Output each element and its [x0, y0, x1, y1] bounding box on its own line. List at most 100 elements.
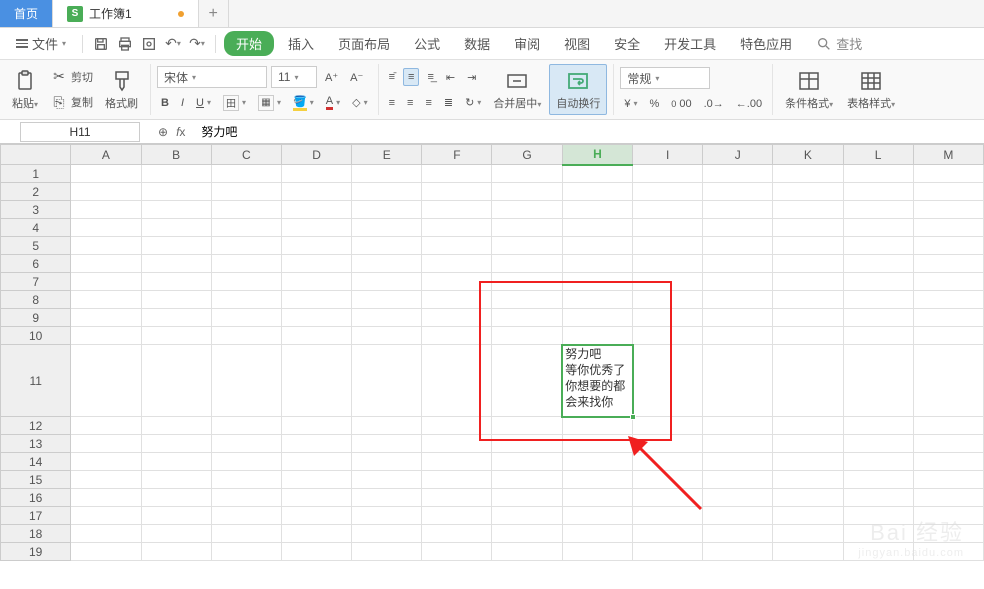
- col-header-E[interactable]: E: [352, 145, 422, 165]
- home-tab[interactable]: 首页: [0, 0, 53, 27]
- menu-special[interactable]: 特色应用: [730, 30, 802, 57]
- formula-bar: H11 ⊕ fx: [0, 120, 984, 144]
- align-middle-button[interactable]: ≡: [403, 68, 419, 86]
- row-header-7[interactable]: 7: [1, 273, 71, 291]
- menu-search[interactable]: 查找: [816, 34, 862, 53]
- decrease-font-button[interactable]: A⁻: [346, 69, 367, 86]
- row-header-16[interactable]: 16: [1, 489, 71, 507]
- row-header-15[interactable]: 15: [1, 471, 71, 489]
- col-header-L[interactable]: L: [843, 145, 913, 165]
- save-icon[interactable]: [91, 34, 111, 54]
- underline-button[interactable]: U▾: [192, 95, 215, 111]
- comma-button[interactable]: 000: [667, 96, 695, 112]
- menu-formulas[interactable]: 公式: [404, 30, 450, 57]
- zoom-icon[interactable]: ⊕: [158, 125, 168, 139]
- menu-view[interactable]: 视图: [554, 30, 600, 57]
- bold-button[interactable]: B: [157, 95, 173, 111]
- new-tab-button[interactable]: +: [199, 0, 229, 27]
- select-all-corner[interactable]: [1, 145, 71, 165]
- unsaved-dot-icon: [178, 11, 184, 17]
- copy-button[interactable]: ⎘复制: [46, 92, 97, 113]
- col-header-K[interactable]: K: [773, 145, 843, 165]
- row-header-1[interactable]: 1: [1, 165, 71, 183]
- align-bottom-button[interactable]: ≡̲: [423, 69, 437, 85]
- font-color-button[interactable]: A▾: [322, 93, 344, 112]
- number-format-select[interactable]: 常规▾: [620, 67, 710, 89]
- row-header-6[interactable]: 6: [1, 255, 71, 273]
- merge-center-button[interactable]: 合并居中▾: [487, 64, 547, 115]
- paste-button[interactable]: 粘贴▾: [6, 64, 44, 115]
- row-header-11[interactable]: 11: [1, 345, 71, 417]
- col-header-D[interactable]: D: [281, 145, 351, 165]
- wrap-text-button[interactable]: 自动换行: [549, 64, 607, 115]
- menu-review[interactable]: 审阅: [504, 30, 550, 57]
- menu-security[interactable]: 安全: [604, 30, 650, 57]
- workbook-tab[interactable]: S 工作簿1: [53, 0, 199, 27]
- col-header-H[interactable]: H: [562, 145, 632, 165]
- menu-page-layout[interactable]: 页面布局: [328, 30, 400, 57]
- spreadsheet[interactable]: A B C D E F G H I J K L M 1 2 3 4 5 6 7 …: [0, 144, 984, 589]
- formula-input[interactable]: [195, 125, 984, 139]
- title-tab-bar: 首页 S 工作簿1 +: [0, 0, 984, 28]
- name-box[interactable]: H11: [20, 122, 140, 142]
- indent-decrease-button[interactable]: ⇤: [442, 69, 459, 86]
- cell-style-button[interactable]: ▦▾: [254, 93, 285, 113]
- file-menu[interactable]: 文件 ▾: [8, 34, 74, 53]
- paste-label: 粘贴▾: [12, 95, 38, 111]
- format-painter-button[interactable]: 格式刷: [99, 64, 144, 115]
- conditional-format-button[interactable]: 条件格式▾: [779, 64, 839, 115]
- table-style-button[interactable]: 表格样式▾: [841, 64, 901, 115]
- menu-devtools[interactable]: 开发工具: [654, 30, 726, 57]
- font-size-select[interactable]: 11▾: [271, 66, 317, 88]
- fill-handle[interactable]: [630, 414, 636, 420]
- row-header-12[interactable]: 12: [1, 417, 71, 435]
- col-header-F[interactable]: F: [422, 145, 492, 165]
- distribute-button[interactable]: ≣: [440, 94, 457, 111]
- col-header-J[interactable]: J: [703, 145, 773, 165]
- undo-icon[interactable]: ↶▾: [163, 34, 183, 54]
- col-header-C[interactable]: C: [211, 145, 281, 165]
- italic-button[interactable]: I: [177, 95, 188, 111]
- row-header-2[interactable]: 2: [1, 183, 71, 201]
- effects-button[interactable]: ◇▾: [348, 94, 371, 111]
- font-name-select[interactable]: 宋体▾: [157, 66, 267, 88]
- row-header-9[interactable]: 9: [1, 309, 71, 327]
- print-icon[interactable]: [115, 34, 135, 54]
- increase-font-button[interactable]: A⁺: [321, 69, 342, 86]
- row-header-5[interactable]: 5: [1, 237, 71, 255]
- row-header-19[interactable]: 19: [1, 543, 71, 561]
- menu-data[interactable]: 数据: [454, 30, 500, 57]
- menu-insert[interactable]: 插入: [278, 30, 324, 57]
- increase-decimal-button[interactable]: ←.00: [732, 96, 766, 112]
- redo-icon[interactable]: ↷▾: [187, 34, 207, 54]
- border-button[interactable]: 田▾: [219, 93, 250, 113]
- cell-H11[interactable]: 努力吧 等你优秀了 你想要的都 会来找你: [562, 345, 632, 417]
- row-header-14[interactable]: 14: [1, 453, 71, 471]
- row-header-4[interactable]: 4: [1, 219, 71, 237]
- col-header-M[interactable]: M: [913, 145, 983, 165]
- align-center-button[interactable]: ≡: [403, 95, 417, 111]
- col-header-G[interactable]: G: [492, 145, 562, 165]
- row-header-13[interactable]: 13: [1, 435, 71, 453]
- row-header-17[interactable]: 17: [1, 507, 71, 525]
- align-top-button[interactable]: ≡̄: [385, 69, 399, 85]
- row-header-10[interactable]: 10: [1, 327, 71, 345]
- indent-increase-button[interactable]: ⇥: [463, 69, 480, 86]
- fx-icon[interactable]: fx: [176, 125, 185, 139]
- percent-button[interactable]: %: [645, 96, 663, 112]
- orientation-button[interactable]: ↻▾: [461, 94, 485, 111]
- align-left-button[interactable]: ≡: [385, 95, 399, 111]
- fill-color-button[interactable]: 🪣▾: [289, 93, 318, 113]
- row-header-3[interactable]: 3: [1, 201, 71, 219]
- decrease-decimal-button[interactable]: .0→: [700, 96, 728, 112]
- menu-start[interactable]: 开始: [224, 31, 274, 56]
- align-right-button[interactable]: ≡: [421, 95, 435, 111]
- print-preview-icon[interactable]: [139, 34, 159, 54]
- col-header-I[interactable]: I: [633, 145, 703, 165]
- cut-button[interactable]: ✂剪切: [46, 66, 97, 87]
- row-header-18[interactable]: 18: [1, 525, 71, 543]
- currency-button[interactable]: ¥▾: [620, 96, 641, 112]
- col-header-A[interactable]: A: [71, 145, 141, 165]
- col-header-B[interactable]: B: [141, 145, 211, 165]
- row-header-8[interactable]: 8: [1, 291, 71, 309]
